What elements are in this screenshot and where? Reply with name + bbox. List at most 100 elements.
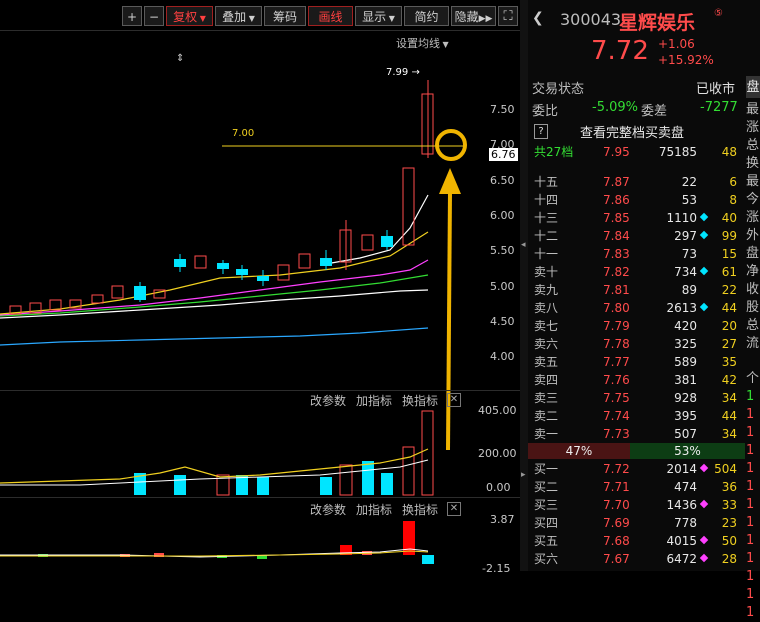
weibi-value: -5.09% [592, 100, 638, 115]
panel1-axis-0: 0.00 [486, 481, 511, 494]
huaxian-button[interactable]: 画线 [308, 6, 353, 26]
ask-vol: 734 [674, 265, 697, 279]
ask-row[interactable]: 十二 7.84 297 99 [528, 227, 745, 245]
weibi-label: 委比 [532, 104, 559, 119]
ask-row[interactable]: 十三 7.85 1110 40 [528, 209, 745, 227]
ask-n: 40 [721, 211, 737, 225]
side-strip-item: 股 [746, 300, 760, 315]
yincang-button[interactable]: 隐藏▶▶ [451, 6, 496, 26]
zoom-out-button[interactable]: − [144, 6, 164, 26]
ask-row[interactable]: 卖八 7.80 2613 44 [528, 299, 745, 317]
arrow-right-icon: → [408, 67, 420, 78]
fullscreen-button[interactable]: ⛶ [498, 6, 518, 26]
arrow-head-icon [439, 168, 461, 194]
ask-row[interactable]: 卖四 7.76 381 42 [528, 371, 745, 389]
ask-price: 7.85 [603, 211, 630, 225]
bid-price: 7.68 [603, 534, 630, 548]
ask-row[interactable]: 卖五 7.77 589 35 [528, 353, 745, 371]
stock-badge: ⑤ [714, 8, 723, 19]
ask-label: 十四 [534, 193, 559, 207]
weicha-value: -7277 [700, 100, 738, 115]
side-strip-item: 盘 [746, 246, 760, 261]
side-strip-item: 1 [746, 461, 755, 476]
bid-row[interactable]: 买六 7.67 6472 28 [528, 550, 745, 568]
chouma-button[interactable]: 筹码 [264, 6, 306, 26]
ask-price: 7.87 [603, 175, 630, 189]
side-strip-item: 换 [746, 156, 760, 171]
side-strip-item: 外 [746, 228, 760, 243]
jianyue-button[interactable]: 简约 [404, 6, 449, 26]
help-icon[interactable]: ? [534, 124, 548, 139]
bid-row[interactable]: 买二 7.71 474 36 [528, 478, 745, 496]
high-label: 7.99 → [386, 67, 420, 78]
bid-vol: 2014 [666, 462, 697, 476]
ask-n: 27 [721, 337, 737, 351]
ma-white2-line [319, 194, 429, 266]
ask-vol: 73 [681, 247, 697, 261]
ask-label: 卖六 [534, 337, 559, 351]
bid-row[interactable]: 买三 7.70 1436 33 [528, 496, 745, 514]
ask-price: 7.80 [603, 301, 630, 315]
bid-label: 买一 [534, 462, 559, 476]
xianshi-button[interactable]: 显示 ▼ [355, 6, 402, 26]
ask-n: 44 [721, 409, 737, 423]
bid-label: 买四 [534, 516, 559, 530]
ask-row[interactable]: 卖九 7.81 89 22 [528, 281, 745, 299]
xianshi-label: 显示 [362, 10, 387, 24]
ask-row[interactable]: 十一 7.83 73 15 [528, 245, 745, 263]
axis-label-550: 5.50 [490, 244, 515, 257]
ask-price: 7.83 [603, 247, 630, 261]
fuquan-button[interactable]: 复权 ▼ [166, 6, 213, 26]
ask-row[interactable]: 卖二 7.74 395 44 [528, 407, 745, 425]
side-strip-item: 总 [746, 138, 760, 153]
panel-splitter[interactable] [520, 0, 528, 571]
ask-n: 44 [721, 301, 737, 315]
bid-n: 23 [721, 516, 737, 530]
ask-row[interactable]: 卖一 7.73 507 34 [528, 425, 745, 443]
bid-price: 7.67 [603, 552, 630, 566]
ask-vol: 53 [681, 193, 697, 207]
bid-row[interactable]: 买五 7.68 4015 50 [528, 532, 745, 550]
ask-vol: 420 [674, 319, 697, 333]
ask-row[interactable]: 十四 7.86 53 8 [528, 191, 745, 209]
ask-price: 7.79 [603, 319, 630, 333]
weicha-label: 委差 [641, 104, 668, 119]
ma-blue-line [0, 327, 429, 346]
total-depth-vol: 75185 [658, 145, 697, 159]
ratio-sell-label: 47% [565, 444, 593, 458]
price-change: +1.06 [658, 37, 695, 51]
collapse-left-icon[interactable]: ◂ [521, 240, 526, 250]
ask-label: 卖四 [534, 373, 559, 387]
large-order-icon [699, 499, 709, 509]
ask-price: 7.84 [603, 229, 630, 243]
side-tab[interactable]: 盘 [746, 76, 760, 98]
bid-price: 7.72 [603, 462, 630, 476]
ask-price: 7.76 [603, 373, 630, 387]
settings-ma-link[interactable]: 设置均线 ▼ [396, 35, 449, 51]
ask-row[interactable]: 卖六 7.78 325 27 [528, 335, 745, 353]
ask-price: 7.82 [603, 265, 630, 279]
ask-row[interactable]: 卖十 7.82 734 61 [528, 263, 745, 281]
side-strip-item: 收 [746, 282, 760, 297]
large-order-icon [699, 535, 709, 545]
panel2-close-button[interactable]: ✕ [447, 502, 461, 516]
ma-yellow-line [0, 231, 429, 315]
large-order-icon [699, 302, 709, 312]
diejia-button[interactable]: 叠加 ▼ [215, 6, 262, 26]
ask-label: 十三 [534, 211, 559, 225]
back-button[interactable]: ❮ [532, 10, 544, 26]
bid-row[interactable]: 买一 7.72 2014 504 [528, 460, 745, 478]
ask-row[interactable]: 卖七 7.79 420 20 [528, 317, 745, 335]
ask-row[interactable]: 卖三 7.75 928 34 [528, 389, 745, 407]
highlight-circle [435, 129, 467, 161]
bid-n: 36 [721, 480, 737, 494]
total-depth-row: 共27档 7.95 75185 48 [528, 143, 745, 161]
ask-n: 34 [721, 391, 737, 405]
ask-row[interactable]: 十五 7.87 22 6 [528, 173, 745, 191]
zoom-in-button[interactable]: + [122, 6, 142, 26]
ask-n: 34 [721, 427, 737, 441]
side-strip-item: 1 [746, 425, 755, 440]
full-book-link[interactable]: 查看完整档买卖盘 [580, 122, 684, 141]
bid-row[interactable]: 买四 7.69 778 23 [528, 514, 745, 532]
collapse-right-icon[interactable]: ▸ [521, 470, 526, 480]
